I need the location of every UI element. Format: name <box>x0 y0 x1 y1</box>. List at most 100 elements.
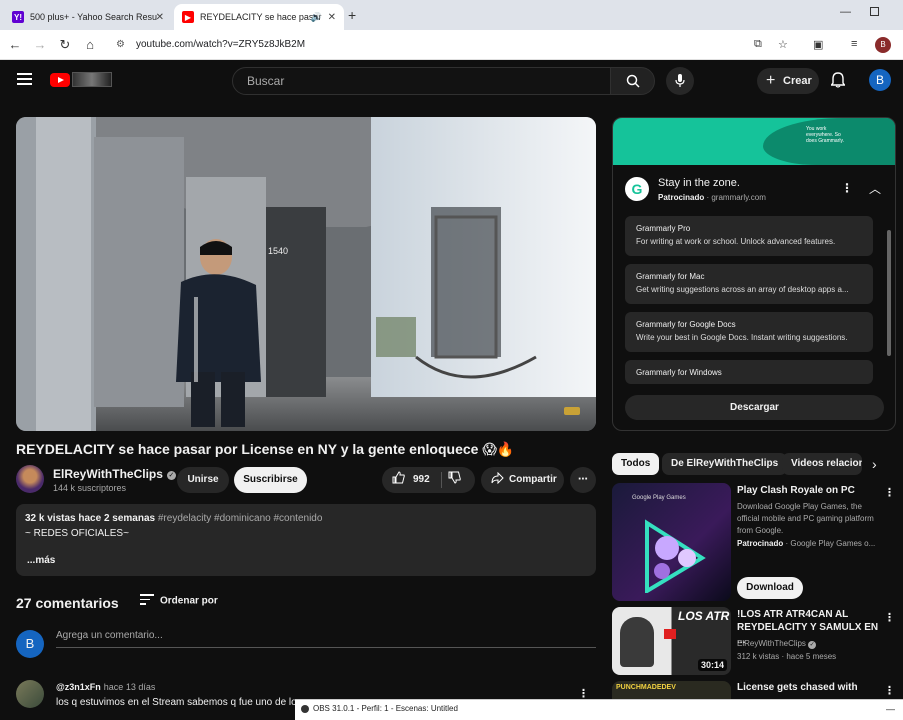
video-title: REYDELACITY se hace pasar por License en… <box>16 441 515 457</box>
chip-all[interactable]: Todos <box>612 453 660 475</box>
menu-icon[interactable] <box>17 73 32 85</box>
like-count: 992 <box>413 474 430 485</box>
voice-search-button[interactable] <box>666 67 694 95</box>
rec-thumbnail-los-atr[interactable]: LOS ATR 30:14 <box>612 607 731 675</box>
ad-card-pro[interactable]: Grammarly Pro For writing at work or scho… <box>625 216 873 256</box>
speaker-icon[interactable]: 🔊 <box>311 12 322 23</box>
search-icon <box>626 74 640 88</box>
download-game-button[interactable]: Download <box>737 577 803 599</box>
site-info-icon[interactable]: ⚙ <box>116 34 125 56</box>
youtube-logo-icon[interactable] <box>50 73 70 87</box>
tab-yahoo-search[interactable]: Y! 500 plus+ - Yahoo Search Resu ✕ <box>4 4 172 30</box>
commenter-avatar[interactable] <box>16 680 44 708</box>
youtube-doodle-logo[interactable] <box>72 72 112 87</box>
rec-thumbnail-clash-royale[interactable]: Google Play Games <box>612 483 731 601</box>
share-icon <box>491 471 504 485</box>
ad-card-google-docs[interactable]: Grammarly for Google Docs Write your best… <box>625 312 873 352</box>
account-avatar[interactable]: B <box>869 69 891 91</box>
back-icon[interactable]: ← <box>7 37 23 53</box>
download-ad-button[interactable]: Descargar <box>625 395 884 420</box>
hashtags[interactable]: #reydelacity #dominicano #contenido <box>158 513 323 524</box>
rec-title[interactable]: Play Clash Royale on PC <box>737 484 879 497</box>
rec-sponsor: Patrocinado · Google Play Games o... <box>737 539 876 548</box>
thumb-text: LOS ATR <box>678 609 730 623</box>
ad-card-mac[interactable]: Grammarly for Mac Get writing suggestions… <box>625 264 873 304</box>
share-button[interactable]: Compartir <box>481 467 564 493</box>
install-app-icon[interactable]: ⧉ <box>754 38 762 51</box>
rec-more-icon[interactable]: ⋮ <box>884 611 895 624</box>
youtube-header: Buscar + Crear B <box>0 61 903 99</box>
channel-name[interactable]: ElReyWithTheClips ✓ <box>53 467 176 481</box>
collapse-ad-icon[interactable]: ︿ <box>869 180 881 197</box>
ad-card-windows[interactable]: Grammarly for Windows <box>625 360 873 384</box>
rec-more-icon[interactable]: ⋮ <box>884 486 895 499</box>
reading-list-icon[interactable]: ≡ <box>851 38 857 50</box>
create-button[interactable]: + Crear <box>757 68 819 94</box>
bookmark-star-icon[interactable]: ☆ <box>778 38 788 51</box>
like-button[interactable]: 992 <box>392 467 430 493</box>
commenter-name[interactable]: @z3n1xFn <box>56 682 101 692</box>
chip-related[interactable]: Videos relacion <box>782 453 862 475</box>
thumb-text: PUNCHMADEDEV <box>616 684 676 691</box>
new-tab-icon[interactable]: + <box>348 7 356 23</box>
ad-cards-scrollbar[interactable] <box>887 230 891 356</box>
youtube-favicon-icon: ▶ <box>182 11 194 23</box>
bell-icon <box>830 72 846 88</box>
close-tab-icon[interactable]: ✕ <box>328 12 336 23</box>
minimize-icon[interactable]: — <box>886 700 895 718</box>
dislike-button[interactable] <box>448 467 461 493</box>
chevron-right-icon[interactable]: › <box>872 456 877 472</box>
tab-youtube-video[interactable]: ▶ REYDELACITY se hace pasar 🔊 ✕ <box>174 4 344 30</box>
reload-icon[interactable]: ↻ <box>57 37 73 53</box>
ad-banner-image[interactable]: You work everywhere. So does Grammarly. <box>613 118 895 165</box>
tab-title: 500 plus+ - Yahoo Search Resu <box>30 12 158 22</box>
search-input[interactable]: Buscar <box>232 67 611 95</box>
ad-title[interactable]: Stay in the zone. <box>658 177 740 189</box>
split-screen-icon[interactable]: ▣ <box>813 38 823 51</box>
show-more-link[interactable]: ...más <box>27 555 55 566</box>
add-comment-input[interactable]: Agrega un comentario... <box>56 630 596 648</box>
browser-profile-avatar[interactable]: B <box>875 37 891 53</box>
obs-window-titlebar[interactable]: OBS 31.0.1 - Perfil: 1 - Escenas: Untitl… <box>295 699 903 720</box>
video-player[interactable]: 1540 <box>16 117 596 431</box>
rec-description: Download Google Play Games, the official… <box>737 502 874 535</box>
chip-from-channel[interactable]: De ElReyWithTheClips <box>662 453 788 475</box>
description-box[interactable]: 32 k vistas hace 2 semanas #reydelacity … <box>16 504 596 576</box>
rec-more-icon[interactable]: ⋮ <box>884 684 895 697</box>
browser-address-bar: ← → ↻ ⌂ ⚙ youtube.com/watch?v=ZRY5z8JkB2… <box>0 30 903 60</box>
description-text: ~ REDES OFICIALES~ <box>25 528 129 539</box>
rec-thumbnail-license[interactable]: PUNCHMADEDEV <box>612 681 731 699</box>
subscribe-button[interactable]: Suscribirse <box>234 467 307 493</box>
minimize-icon[interactable]: — <box>840 6 851 18</box>
my-avatar: B <box>16 630 44 658</box>
home-icon[interactable]: ⌂ <box>82 37 98 53</box>
microphone-icon <box>675 74 685 87</box>
sort-comments-button[interactable]: Ordenar por <box>140 594 218 608</box>
channel-watermark-icon <box>564 407 580 415</box>
notifications-button[interactable] <box>830 72 846 93</box>
comment-text: los q estuvimos en el Stream sabemos q f… <box>56 697 296 708</box>
ad-sponsor-line: Patrocinado · grammarly.com <box>658 193 766 202</box>
browser-tab-bar: Y! 500 plus+ - Yahoo Search Resu ✕ ▶ REY… <box>0 0 903 30</box>
ad-more-icon[interactable]: ⋮ <box>841 181 853 195</box>
join-button[interactable]: Unirse <box>177 467 229 493</box>
tab-title: REYDELACITY se hace pasar <box>200 12 322 22</box>
yahoo-favicon-icon: Y! <box>12 11 24 23</box>
building-sign: 1540 <box>268 246 288 256</box>
forward-icon[interactable]: → <box>32 37 48 53</box>
game-art-image <box>645 519 706 593</box>
rec-title[interactable]: License gets chased with <box>737 681 879 694</box>
close-tab-icon[interactable]: ✕ <box>156 12 164 23</box>
like-dislike-group: 992 <box>382 467 475 493</box>
video-duration: 30:14 <box>697 659 727 671</box>
views-date: 32 k vistas hace 2 semanas <box>25 513 156 524</box>
maximize-icon[interactable] <box>870 7 879 16</box>
comment-time[interactable]: hace 13 días <box>104 682 156 692</box>
grammarly-logo-icon[interactable]: G <box>625 177 649 201</box>
search-button[interactable] <box>610 67 655 95</box>
channel-avatar[interactable] <box>16 465 44 493</box>
rec-channel[interactable]: ElReyWithTheClips ✓ <box>737 638 882 650</box>
url-field[interactable]: ⚙ youtube.com/watch?v=ZRY5z8JkB2M <box>108 34 808 56</box>
url-text: youtube.com/watch?v=ZRY5z8JkB2M <box>136 39 306 50</box>
more-actions-button[interactable]: ⋯ <box>570 467 596 493</box>
